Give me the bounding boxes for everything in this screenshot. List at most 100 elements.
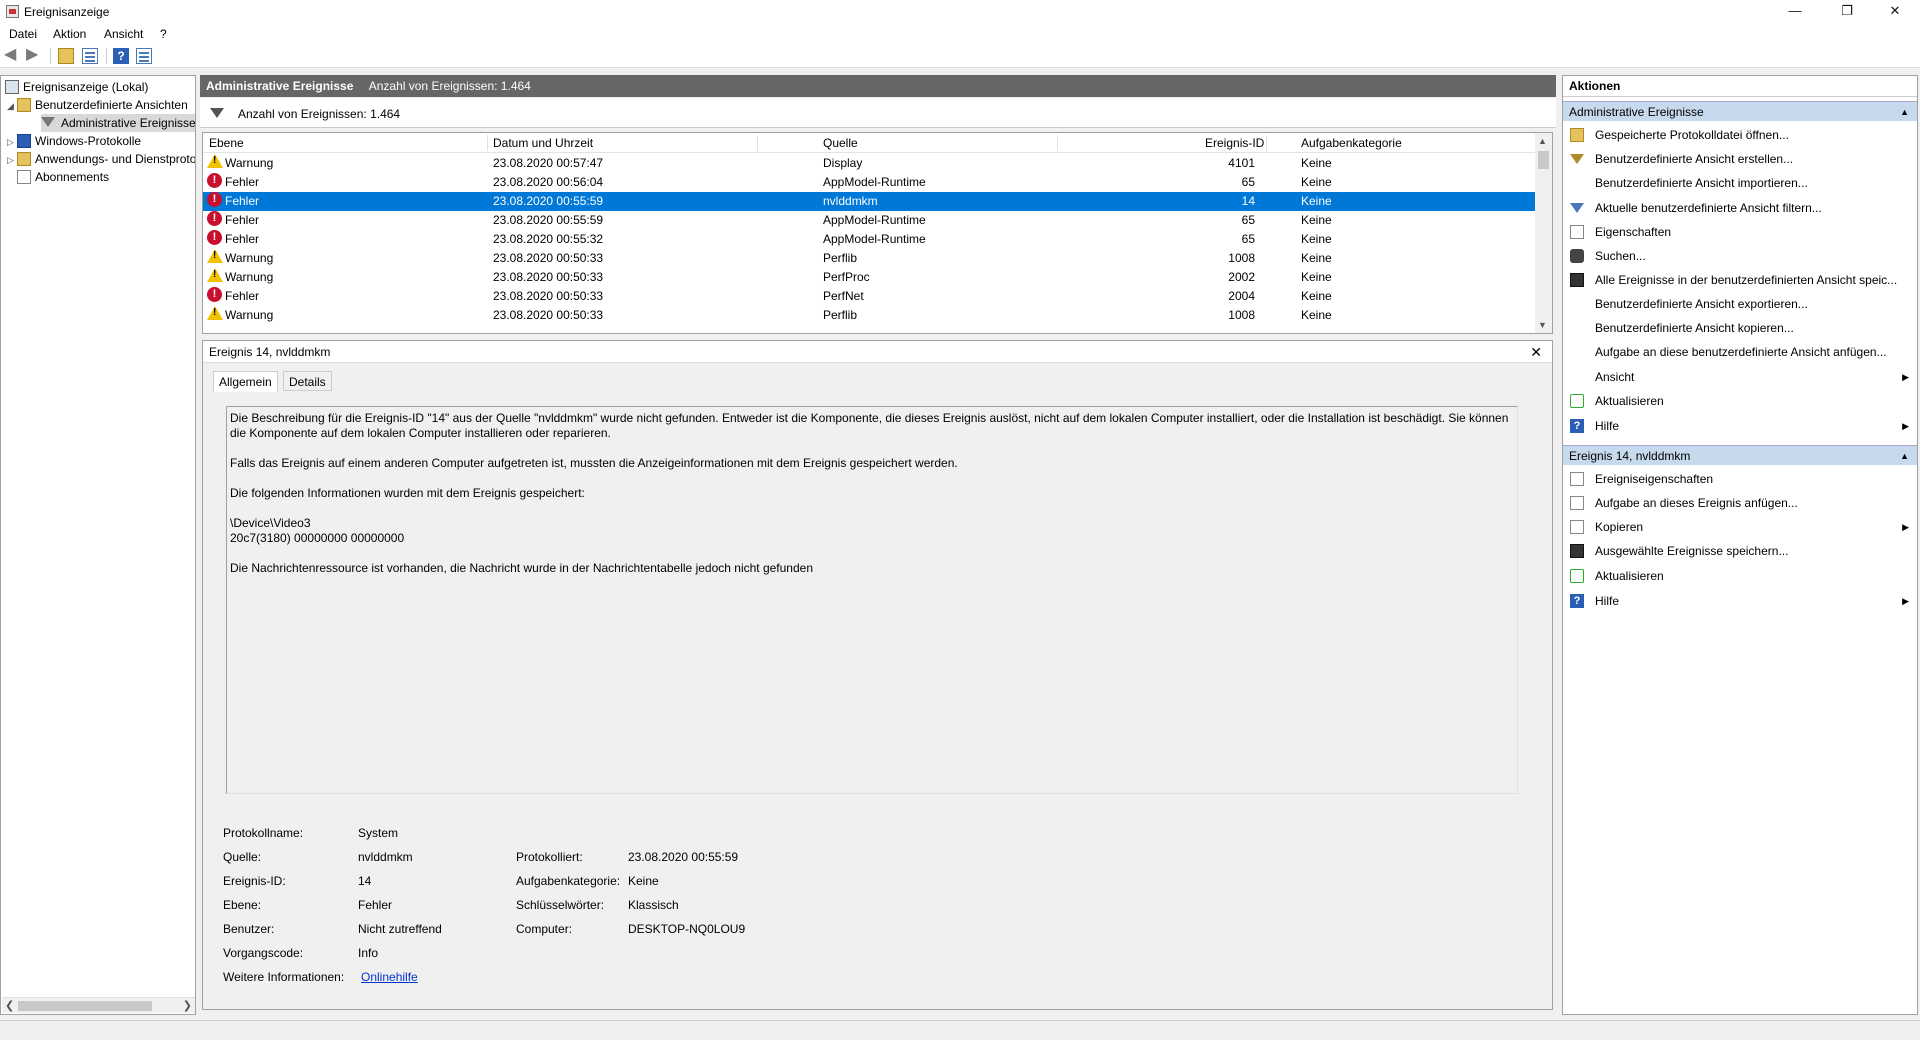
action-save-selected-events[interactable]: Ausgewählte Ereignisse speichern...	[1563, 541, 1917, 561]
action-label: Ereigniseigenschaften	[1595, 472, 1714, 486]
description-paragraph: Die folgenden Informationen wurden mit d…	[230, 486, 585, 500]
close-icon[interactable]: ✕	[1530, 341, 1542, 363]
table-row-selected[interactable]: ! Fehler 23.08.2020 00:55:59 nvlddmkm 14…	[203, 192, 1536, 211]
center-pane: Administrative Ereignisse Anzahl von Ere…	[200, 75, 1556, 1015]
action-attach-task-to-view[interactable]: Aufgabe an diese benutzerdefinierte Ansi…	[1563, 342, 1917, 362]
action-label: Alle Ereignisse in der benutzerdefiniert…	[1595, 273, 1898, 287]
scroll-right-icon[interactable]: ❯	[183, 998, 192, 1014]
action-properties[interactable]: Eigenschaften	[1563, 222, 1917, 242]
action-copy-submenu[interactable]: Kopieren ▶	[1563, 517, 1917, 537]
table-row[interactable]: ! Fehler 23.08.2020 00:55:59 AppModel-Ru…	[203, 211, 1536, 230]
event-list-vertical-scrollbar[interactable]: ▲ ▼	[1535, 133, 1552, 333]
column-header-task-category[interactable]: Aufgabenkategorie	[1301, 136, 1402, 150]
chevron-down-icon[interactable]: ◢	[7, 97, 17, 115]
action-view-submenu[interactable]: Ansicht ▶	[1563, 367, 1917, 387]
action-import-custom-view[interactable]: Benutzerdefinierte Ansicht importieren..…	[1563, 173, 1917, 193]
help-icon[interactable]: ?	[113, 48, 129, 64]
forward-arrow-icon[interactable]: ▶	[26, 47, 42, 64]
column-divider[interactable]	[1266, 135, 1267, 151]
actions-section-event[interactable]: Ereignis 14, nvlddmkm ▲	[1563, 445, 1917, 465]
tree-item-app-service-logs[interactable]: ▷ Anwendungs- und Dienstprotokolle	[7, 150, 195, 169]
minimize-button[interactable]: —	[1772, 0, 1818, 24]
description-paragraph: Die Nachrichtenressource ist vorhanden, …	[230, 561, 813, 575]
action-help-submenu[interactable]: ? Hilfe ▶	[1563, 591, 1917, 611]
action-label: Benutzerdefinierte Ansicht exportieren..…	[1595, 297, 1808, 311]
event-list-header: Ebene Datum und Uhrzeit Quelle Ereignis-…	[203, 133, 1536, 153]
menu-view[interactable]: Ansicht	[104, 27, 143, 41]
column-header-event-id[interactable]: Ereignis-ID	[1205, 136, 1264, 150]
action-help-submenu[interactable]: ? Hilfe ▶	[1563, 416, 1917, 436]
tree-item-admin-events[interactable]: Administrative Ereignisse	[41, 114, 195, 132]
collapse-icon[interactable]: ▲	[1900, 102, 1909, 122]
scroll-down-icon[interactable]: ▼	[1538, 320, 1547, 330]
scroll-left-icon[interactable]: ❮	[5, 998, 14, 1014]
table-row[interactable]: Warnung 23.08.2020 00:50:33 Perflib 1008…	[203, 306, 1536, 325]
action-filter-current-view[interactable]: Aktuelle benutzerdefinierte Ansicht filt…	[1563, 198, 1917, 218]
tab-general[interactable]: Allgemein	[213, 371, 278, 392]
action-export-custom-view[interactable]: Benutzerdefinierte Ansicht exportieren..…	[1563, 294, 1917, 314]
table-row[interactable]: ! Fehler 23.08.2020 00:56:04 AppModel-Ru…	[203, 173, 1536, 192]
action-open-saved-log[interactable]: Gespeicherte Protokolldatei öffnen...	[1563, 125, 1917, 145]
action-refresh[interactable]: Aktualisieren	[1563, 391, 1917, 411]
find-icon	[1570, 249, 1584, 263]
show-hide-tree-icon[interactable]	[82, 48, 98, 64]
row-source: AppModel-Runtime	[823, 213, 926, 227]
tree-item-custom-views[interactable]: ◢ Benutzerdefinierte Ansichten	[7, 96, 188, 114]
table-row[interactable]: Warnung 23.08.2020 00:50:33 PerfProc 200…	[203, 268, 1536, 287]
maximize-button[interactable]: ❐	[1824, 0, 1870, 24]
close-button[interactable]: ✕	[1872, 0, 1918, 24]
online-help-link[interactable]: Onlinehilfe	[361, 970, 418, 984]
chevron-right-icon[interactable]: ▷	[7, 133, 17, 151]
tree-item-root[interactable]: Ereignisanzeige (Lokal)	[5, 78, 148, 96]
action-label: Aktualisieren	[1595, 394, 1664, 408]
chevron-right-icon[interactable]: ▷	[7, 151, 17, 169]
action-attach-task-to-event[interactable]: Aufgabe an dieses Ereignis anfügen...	[1563, 493, 1917, 513]
row-date: 23.08.2020 00:55:32	[493, 232, 604, 246]
tree-item-label: Ereignisanzeige (Lokal)	[23, 80, 149, 94]
table-row[interactable]: Warnung 23.08.2020 00:50:33 Perflib 1008…	[203, 249, 1536, 268]
tree-item-windows-logs[interactable]: ▷ Windows-Protokolle	[7, 132, 141, 150]
back-arrow-icon[interactable]: ◀	[4, 47, 20, 64]
row-task-category: Keine	[1301, 289, 1332, 303]
action-save-all-events[interactable]: Alle Ereignisse in der benutzerdefiniert…	[1563, 270, 1917, 290]
column-divider[interactable]	[487, 135, 488, 151]
event-detail-pane: Ereignis 14, nvlddmkm ✕ Allgemein Detail…	[202, 340, 1553, 1010]
warning-icon	[207, 306, 223, 320]
action-create-custom-view[interactable]: Benutzerdefinierte Ansicht erstellen...	[1563, 149, 1917, 169]
show-hide-action-pane-icon[interactable]	[136, 48, 152, 64]
tree-horizontal-scrollbar[interactable]: ❮ ❯	[2, 997, 195, 1013]
action-find[interactable]: Suchen...	[1563, 246, 1917, 266]
table-row[interactable]: Warnung 23.08.2020 00:57:47 Display 4101…	[203, 154, 1536, 173]
scrollbar-thumb[interactable]	[1538, 151, 1549, 169]
tree-item-subscriptions[interactable]: Abonnements	[17, 168, 109, 186]
actions-section-admin-events[interactable]: Administrative Ereignisse ▲	[1563, 101, 1917, 121]
menu-bar: Datei Aktion Ansicht ?	[0, 24, 1920, 44]
action-refresh[interactable]: Aktualisieren	[1563, 566, 1917, 586]
menu-file[interactable]: Datei	[9, 27, 37, 41]
row-source: PerfNet	[823, 289, 864, 303]
menu-action[interactable]: Aktion	[53, 27, 86, 41]
action-copy-custom-view[interactable]: Benutzerdefinierte Ansicht kopieren...	[1563, 318, 1917, 338]
menu-help[interactable]: ?	[160, 27, 167, 41]
row-task-category: Keine	[1301, 194, 1332, 208]
table-row[interactable]: ! Fehler 23.08.2020 00:50:33 PerfNet 200…	[203, 287, 1536, 306]
table-row[interactable]: ! Fehler 23.08.2020 00:55:32 AppModel-Ru…	[203, 230, 1536, 249]
prop-label: Aufgabenkategorie:	[516, 874, 621, 888]
column-divider[interactable]	[757, 135, 758, 151]
column-header-level[interactable]: Ebene	[209, 136, 244, 150]
scrollbar-thumb[interactable]	[18, 1001, 152, 1011]
column-divider[interactable]	[1057, 135, 1058, 151]
column-header-date[interactable]: Datum und Uhrzeit	[493, 136, 593, 150]
scroll-up-icon[interactable]: ▲	[1538, 136, 1547, 146]
open-folder-icon[interactable]	[58, 48, 74, 64]
tab-details[interactable]: Details	[283, 371, 332, 391]
row-level: Fehler	[225, 213, 260, 227]
section-title: Ereignis 14, nvlddmkm	[1569, 449, 1691, 463]
column-header-source[interactable]: Quelle	[823, 136, 858, 150]
prop-label: Schlüsselwörter:	[516, 898, 605, 912]
action-label: Aufgabe an diese benutzerdefinierte Ansi…	[1595, 345, 1887, 359]
action-event-properties[interactable]: Ereigniseigenschaften	[1563, 469, 1917, 489]
row-source: AppModel-Runtime	[823, 175, 926, 189]
row-source: AppModel-Runtime	[823, 232, 926, 246]
collapse-icon[interactable]: ▲	[1900, 446, 1909, 466]
